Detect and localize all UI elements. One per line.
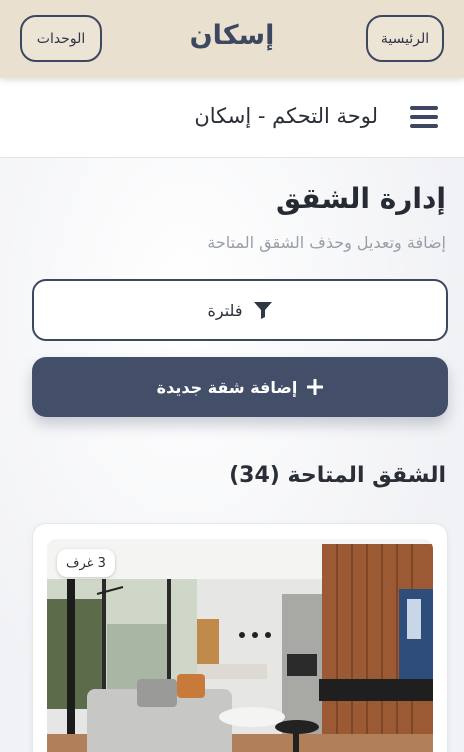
units-button[interactable]: الوحدات [20, 15, 102, 62]
add-apartment-label: إضافة شقة جديدة [156, 377, 298, 397]
plus-icon [307, 379, 324, 395]
dashboard-title: لوحة التحكم - إسكان [194, 104, 378, 128]
top-bar: الرئيسية إسكان الوحدات [0, 0, 464, 78]
filter-funnel-icon [253, 302, 272, 319]
page-title: إدارة الشقق [276, 182, 446, 215]
add-apartment-button[interactable]: إضافة شقة جديدة [32, 357, 448, 417]
filter-button-label: فلترة [207, 300, 243, 320]
dashboard-bar: لوحة التحكم - إسكان [0, 78, 464, 158]
apartment-photo[interactable]: 3 غرف [47, 539, 433, 752]
rooms-badge: 3 غرف [57, 549, 115, 577]
available-apartments-heading: الشقق المتاحة (34) [229, 463, 446, 488]
units-button-label: الوحدات [36, 30, 86, 47]
hamburger-menu-icon[interactable] [410, 106, 438, 128]
main-content: إدارة الشقق إضافة وتعديل وحذف الشقق المت… [0, 158, 464, 752]
filter-button[interactable]: فلترة [32, 279, 448, 341]
page-subtitle: إضافة وتعديل وحذف الشقق المتاحة [207, 233, 446, 252]
apartment-card[interactable]: 3 غرف [32, 523, 448, 752]
